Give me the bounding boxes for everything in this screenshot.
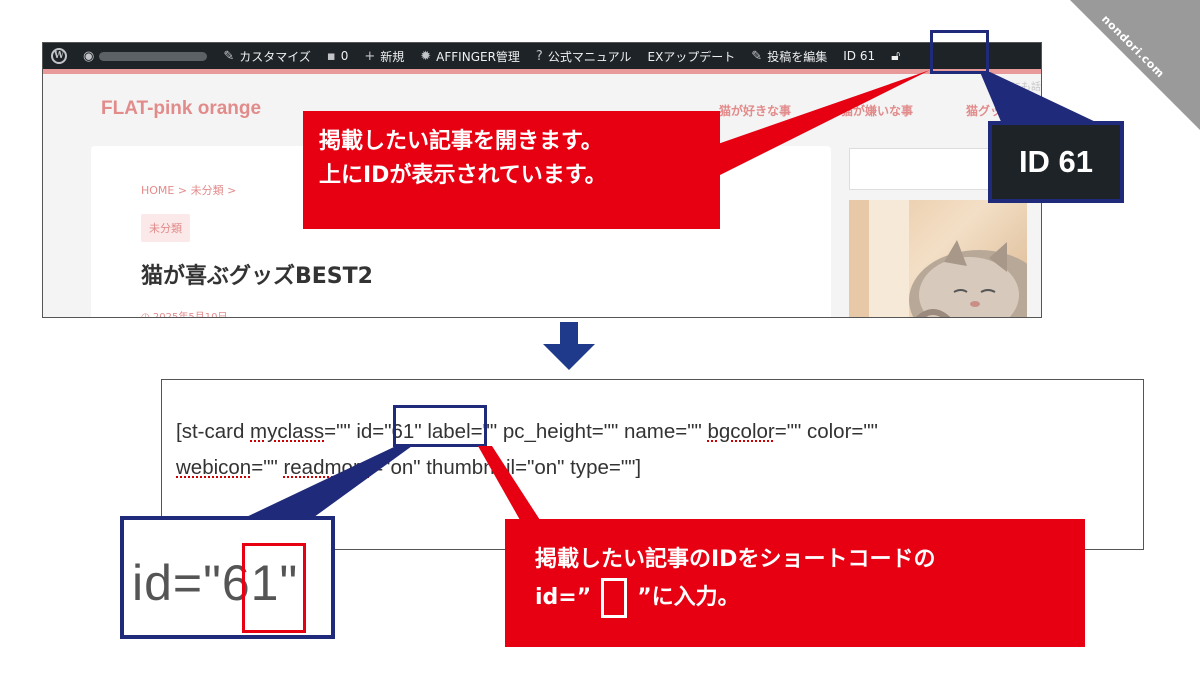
id-highlight-box bbox=[930, 30, 989, 74]
customize-item[interactable]: ✎ カスタマイズ bbox=[215, 43, 319, 69]
callout-bottom-line2: id=” ”に入力。 bbox=[535, 578, 1055, 619]
category-badge[interactable]: 未分類 bbox=[141, 214, 190, 242]
zoom-pre: id=" bbox=[132, 555, 222, 611]
help-icon: ? bbox=[535, 48, 543, 64]
callout-bottom-line1: 掲載したい記事のIDをショートコードの bbox=[535, 547, 936, 572]
nav-item-goods[interactable]: 猫グッズ bbox=[966, 102, 1014, 119]
affinger-item[interactable]: ✹ AFFINGER管理 bbox=[412, 43, 528, 69]
code-token-myclass: myclass bbox=[250, 420, 325, 443]
edit-post-item[interactable]: ✎ 投稿を編集 bbox=[743, 43, 835, 69]
code-token: ="" bbox=[251, 456, 284, 479]
code-token-webicon: webicon bbox=[176, 456, 252, 479]
comment-count: 0 bbox=[340, 49, 349, 63]
nav-item-likes[interactable]: 猫が好きな事 bbox=[719, 102, 791, 119]
zoom-number-highlight bbox=[242, 543, 306, 633]
wordpress-logo-item[interactable]: W bbox=[43, 43, 75, 69]
lock-item[interactable]: 🔓︎ bbox=[883, 43, 913, 69]
down-arrow-icon bbox=[543, 322, 595, 370]
exupdate-label: EXアップデート bbox=[647, 49, 736, 64]
new-label: 新規 bbox=[380, 49, 405, 64]
comment-icon: ▪ bbox=[326, 48, 336, 64]
id-zoom-label: ID 61 bbox=[988, 121, 1124, 203]
callout-top-line2: 上にIDが表示されています。 bbox=[319, 163, 607, 189]
dashboard-icon: ◉ bbox=[83, 48, 95, 64]
callout-bottom-pre: id=” bbox=[535, 585, 592, 611]
comments-item[interactable]: ▪ 0 bbox=[319, 43, 356, 69]
edit-post-label: 投稿を編集 bbox=[767, 49, 828, 64]
wordpress-icon: W bbox=[51, 48, 67, 64]
lock-icon: 🔓︎ bbox=[891, 48, 901, 64]
manual-label: 公式マニュアル bbox=[547, 49, 632, 64]
manual-item[interactable]: ? 公式マニュアル bbox=[528, 43, 640, 69]
code-id-highlight bbox=[393, 405, 487, 447]
blurred-site-name bbox=[99, 51, 208, 61]
code-token-bgcolor: bgcolor bbox=[707, 420, 775, 443]
watermark-corner bbox=[1070, 0, 1200, 130]
gear-icon: ✹ bbox=[420, 48, 432, 64]
brush-icon: ✎ bbox=[223, 48, 235, 64]
blank-input-box bbox=[601, 578, 628, 619]
callout-open-article: 掲載したい記事を開きます。 上にIDが表示されています。 bbox=[303, 111, 720, 229]
post-date: ◷ 2025年5月10日 bbox=[141, 312, 228, 318]
pencil-icon: ✎ bbox=[751, 48, 763, 64]
callout-bottom-post: ”に入力。 bbox=[637, 585, 740, 611]
shortcode-line-2: webicon="" readmore="on" thumbnail="on" … bbox=[176, 456, 641, 480]
nav-item-dislikes[interactable]: 猫が嫌いな事 bbox=[841, 102, 913, 119]
site-name-item[interactable]: ◉ bbox=[75, 43, 215, 69]
customize-label: カスタマイズ bbox=[239, 49, 311, 64]
affinger-label: AFFINGER管理 bbox=[436, 49, 520, 64]
site-logo[interactable]: FLAT-pink orange bbox=[101, 98, 261, 120]
code-token: ="" bbox=[324, 420, 357, 443]
faded-text: にも話 bbox=[1011, 82, 1041, 93]
callout-top-line1: 掲載したい記事を開きます。 bbox=[319, 129, 603, 154]
breadcrumb[interactable]: HOME > 未分類 > bbox=[141, 182, 236, 198]
exupdate-item[interactable]: EXアップデート bbox=[639, 43, 743, 69]
plus-icon: + bbox=[364, 48, 376, 64]
admin-bar: W ◉ ✎ カスタマイズ ▪ 0 + 新規 ✹ AFFINGER管理 ? 公式マ… bbox=[43, 43, 1041, 69]
new-item[interactable]: + 新規 bbox=[356, 43, 412, 69]
code-token: [st-card bbox=[176, 420, 251, 443]
callout-enter-id: 掲載したい記事のIDをショートコードの id=” ”に入力。 bbox=[505, 519, 1085, 647]
shortcode-line-1: [st-card myclass="" id="61" label="" pc_… bbox=[176, 420, 878, 444]
post-title: 猫が喜ぶグッズBEST2 bbox=[141, 264, 373, 289]
id-zoom-box: id="61" bbox=[120, 516, 335, 639]
cat-illustration bbox=[849, 200, 1027, 317]
post-id-label: ID 61 bbox=[843, 49, 876, 63]
code-token: ="on" thumbnail="on" type=""] bbox=[371, 456, 642, 479]
code-token: ="" color="" bbox=[774, 420, 878, 443]
tutorial-canvas: nondori.com W ◉ ✎ カスタマイズ ▪ 0 + 新規 ✹ AFFI… bbox=[0, 0, 1200, 675]
post-id-item: ID 61 bbox=[835, 43, 883, 69]
cat-photo bbox=[849, 200, 1027, 317]
code-token-readmore: readmore bbox=[283, 456, 372, 479]
